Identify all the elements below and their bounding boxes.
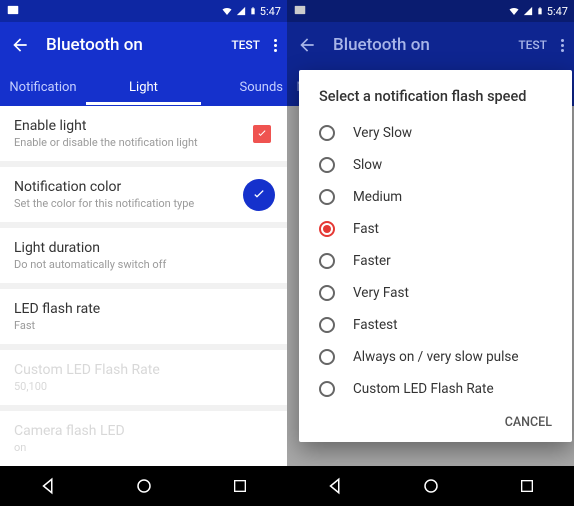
radio-icon — [319, 221, 335, 237]
nav-home-icon[interactable] — [422, 477, 440, 495]
statusbar: 5:47 — [0, 0, 287, 22]
nav-home-icon[interactable] — [135, 477, 153, 495]
signal-icon — [236, 5, 246, 17]
radio-icon — [319, 317, 335, 333]
wifi-icon — [508, 5, 520, 17]
option-label: Medium — [353, 189, 402, 205]
appbar: Bluetooth on TEST — [0, 22, 287, 68]
radio-icon — [319, 349, 335, 365]
row-title: Notification color — [14, 179, 273, 195]
row-subtitle: 50,100 — [14, 380, 273, 393]
row-camera-flash-led: Camera flash LED on — [0, 411, 287, 472]
option-label: Faster — [353, 253, 391, 269]
clock: 5:47 — [547, 5, 568, 18]
statusbar: 5:47 — [287, 0, 574, 22]
overflow-menu-icon[interactable] — [274, 39, 277, 52]
flash-speed-option[interactable]: Faster — [299, 245, 572, 277]
color-indicator-icon[interactable] — [243, 179, 275, 211]
tab-notification[interactable]: Notification — [0, 70, 86, 105]
navbar — [0, 466, 287, 506]
wifi-icon — [221, 5, 233, 17]
row-subtitle: Enable or disable the notification light — [14, 136, 273, 149]
flash-speed-option[interactable]: Medium — [299, 181, 572, 213]
screen-left: 5:47 Bluetooth on TEST Notification Ligh… — [0, 0, 287, 506]
flash-speed-dialog: Select a notification flash speed Very S… — [299, 70, 572, 442]
row-title: Camera flash LED — [14, 423, 273, 439]
cancel-button[interactable]: CANCEL — [299, 405, 572, 434]
tab-light[interactable]: Light — [86, 70, 201, 105]
row-custom-flash-rate: Custom LED Flash Rate 50,100 — [0, 350, 287, 411]
battery-icon — [536, 5, 544, 17]
row-subtitle: on — [14, 441, 273, 454]
row-title: Enable light — [14, 118, 273, 134]
page-title: Bluetooth on — [46, 35, 231, 55]
signal-icon — [523, 5, 533, 17]
row-enable-light[interactable]: Enable light Enable or disable the notif… — [0, 106, 287, 167]
back-icon[interactable] — [10, 35, 30, 55]
flash-speed-option[interactable]: Custom LED Flash Rate — [299, 373, 572, 405]
flash-speed-option[interactable]: Very Fast — [299, 277, 572, 309]
row-subtitle: Do not automatically switch off — [14, 258, 273, 271]
clock: 5:47 — [260, 5, 281, 18]
option-label: Very Slow — [353, 125, 412, 141]
row-title: Custom LED Flash Rate — [14, 362, 273, 378]
tab-sounds[interactable]: Sounds — [201, 70, 287, 105]
radio-icon — [319, 125, 335, 141]
row-notification-color[interactable]: Notification color Set the color for thi… — [0, 167, 287, 228]
checkbox-icon[interactable] — [253, 125, 271, 143]
nav-back-icon[interactable] — [326, 477, 344, 495]
radio-icon — [319, 381, 335, 397]
flash-speed-option[interactable]: Fast — [299, 213, 572, 245]
row-title: Light duration — [14, 240, 273, 256]
row-title: LED flash rate — [14, 301, 273, 317]
option-label: Fast — [353, 221, 379, 237]
back-icon — [297, 35, 317, 55]
row-light-duration[interactable]: Light duration Do not automatically swit… — [0, 228, 287, 289]
dialog-title: Select a notification flash speed — [299, 88, 572, 117]
nav-recent-icon[interactable] — [232, 478, 248, 494]
option-label: Very Fast — [353, 285, 409, 301]
appbar: Bluetooth on TEST — [287, 22, 574, 68]
option-label: Custom LED Flash Rate — [353, 381, 494, 397]
navbar — [287, 466, 574, 506]
radio-icon — [319, 189, 335, 205]
radio-icon — [319, 285, 335, 301]
flash-speed-option[interactable]: Fastest — [299, 309, 572, 341]
nav-recent-icon[interactable] — [519, 478, 535, 494]
row-subtitle: Set the color for this notification type — [14, 197, 273, 210]
option-label: Slow — [353, 157, 382, 173]
radio-icon — [319, 157, 335, 173]
screen-right: 5:47 Bluetooth on TEST Notification Ligh… — [287, 0, 574, 506]
row-subtitle: Fast — [14, 319, 273, 332]
option-label: Fastest — [353, 317, 398, 333]
nav-back-icon[interactable] — [39, 477, 57, 495]
row-led-flash-rate[interactable]: LED flash rate Fast — [0, 289, 287, 350]
battery-icon — [249, 5, 257, 17]
flash-speed-option[interactable]: Very Slow — [299, 117, 572, 149]
option-label: Always on / very slow pulse — [353, 349, 519, 365]
test-button[interactable]: TEST — [231, 38, 260, 52]
flash-speed-option[interactable]: Slow — [299, 149, 572, 181]
overflow-menu-icon — [561, 39, 564, 52]
radio-icon — [319, 253, 335, 269]
page-title: Bluetooth on — [333, 35, 518, 55]
test-button: TEST — [518, 38, 547, 52]
flash-speed-option[interactable]: Always on / very slow pulse — [299, 341, 572, 373]
tabs: Notification Light Sounds — [0, 68, 287, 106]
